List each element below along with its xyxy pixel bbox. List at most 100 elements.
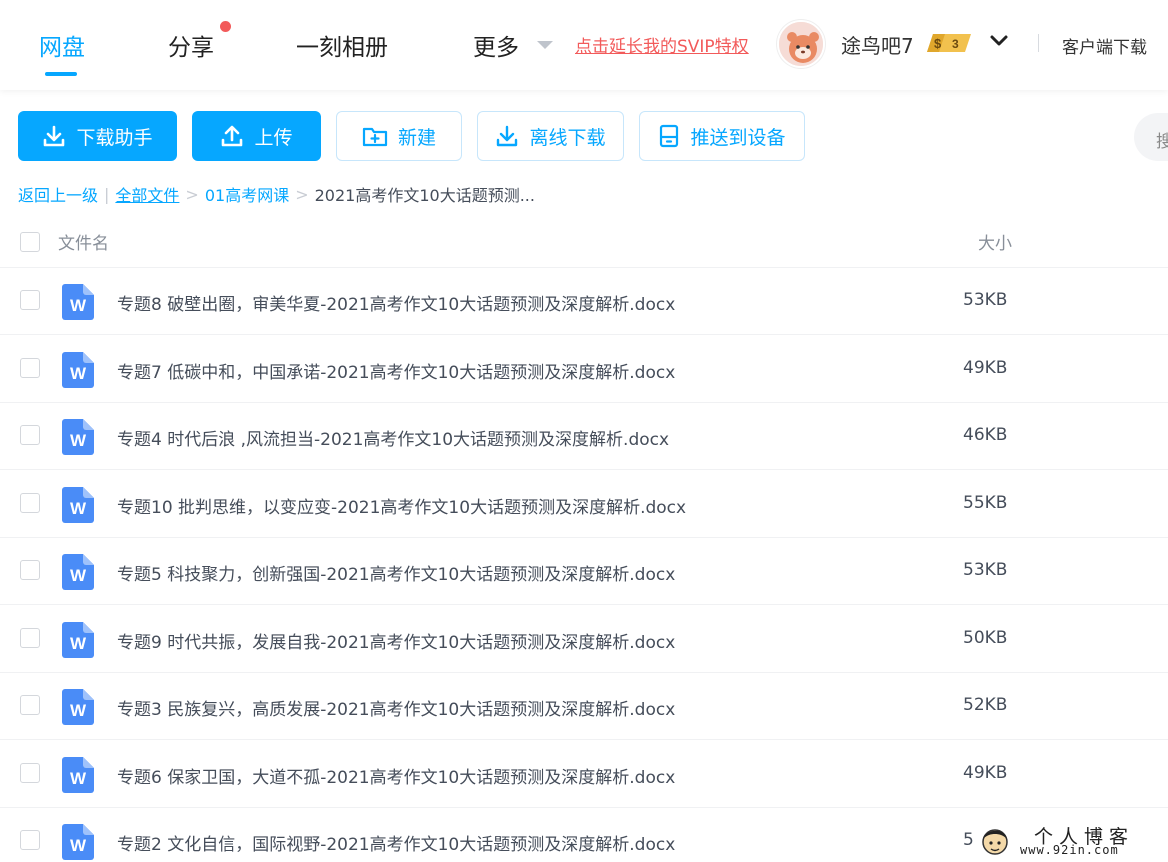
table-row[interactable]: W 专题3 民族复兴，高质发展-2021高考作文10大话题预测及深度解析.docx… [0,673,1168,740]
vip-level-text: 3 [952,37,959,51]
breadcrumb-separator: > [185,184,199,204]
table-row[interactable]: W 专题4 时代后浪 ,风流担当-2021高考作文10大话题预测及深度解析.doc… [0,403,1168,470]
offline-download-icon [497,125,518,147]
file-size: 53KB [963,290,1008,310]
push-to-device-button[interactable]: 推送到设备 [639,111,805,161]
tab-netdisk[interactable]: 网盘 [39,28,85,62]
svg-text:W: W [70,364,87,383]
word-doc-icon: W [62,284,94,320]
column-header-size[interactable]: 大小 [978,229,1012,254]
row-checkbox[interactable] [20,762,40,783]
search-input[interactable]: 搜 [1134,113,1168,161]
row-checkbox[interactable] [20,560,40,580]
breadcrumb-bar-separator: | [104,184,110,204]
all-files-link[interactable]: 全部文件 [115,182,179,206]
word-doc-icon: W [62,756,94,793]
word-doc-icon: W [62,486,94,523]
column-header-name[interactable]: 文件名 [58,229,109,254]
client-download-link[interactable]: 客户端下载 [1062,33,1147,58]
watermark-url: www.92in.com [1020,843,1119,857]
svg-text:W: W [70,431,87,450]
file-name[interactable]: 专题2 文化自信，国际视野-2021高考作文10大话题预测及深度解析.docx [117,830,675,855]
file-name[interactable]: 专题4 时代后浪 ,风流担当-2021高考作文10大话题预测及深度解析.docx [117,425,669,450]
file-size: 50KB [963,627,1008,648]
svg-text:W: W [70,769,87,788]
cartoon-face-icon [982,829,1008,855]
file-size: 55KB [963,492,1008,513]
current-folder: 2021高考作文10大话题预测... [314,186,535,205]
chevron-down-icon[interactable] [988,30,1010,52]
row-checkbox[interactable] [20,627,40,648]
table-row[interactable]: W 专题6 保家卫国，大道不孤-2021高考作文10大话题预测及深度解析.docx… [0,741,1168,808]
table-row[interactable]: W 专题5 科技聚力，创新强国-2021高考作文10大话题预测及深度解析.docx… [0,538,1168,605]
file-name[interactable]: 专题5 科技聚力，创新强国-2021高考作文10大话题预测及深度解析.docx [117,560,675,585]
word-doc-icon: W [62,554,94,590]
file-name[interactable]: 专题3 民族复兴，高质发展-2021高考作文10大话题预测及深度解析.docx [117,695,675,720]
avatar[interactable] [777,20,825,68]
row-checkbox[interactable] [20,695,40,715]
offline-download-label: 离线下载 [529,126,606,149]
tab-share[interactable]: 分享 [168,28,214,62]
username[interactable]: 途鸟吧7 [841,30,914,59]
file-size: 49KB [963,357,1008,378]
new-folder-button[interactable]: 新建 [336,111,462,161]
table-header: 文件名 大小 [0,218,1168,268]
table-row[interactable]: W 专题7 低碳中和，中国承诺-2021高考作文10大话题预测及深度解析.docx… [0,336,1168,403]
svip-level-badge: $ 3 [925,32,973,54]
share-notification-dot [220,21,231,32]
nav-divider [1038,34,1039,52]
file-name[interactable]: 专题10 批判思维，以变应变-2021高考作文10大话题预测及深度解析.docx [117,493,686,518]
file-name[interactable]: 专题6 保家卫国，大道不孤-2021高考作文10大话题预测及深度解析.docx [117,763,675,788]
file-size: 5 [963,830,974,850]
download-helper-label: 下载助手 [76,126,153,149]
svg-text:W: W [70,836,87,855]
tab-moment-album[interactable]: 一刻相册 [296,28,388,62]
word-doc-icon: W [62,824,94,860]
upload-button[interactable]: 上传 [192,111,321,161]
svg-text:W: W [70,701,87,720]
file-size: 46KB [963,425,1008,445]
row-checkbox[interactable] [20,357,40,378]
row-checkbox[interactable] [20,830,40,850]
file-size: 49KB [963,762,1008,783]
breadcrumb-separator: > [295,184,309,204]
svg-text:$: $ [934,36,942,51]
download-helper-button[interactable]: 下载助手 [18,111,177,161]
upload-icon [222,125,243,147]
svg-text:W: W [70,499,87,518]
offline-download-button[interactable]: 离线下载 [477,111,624,161]
file-name[interactable]: 专题9 时代共振，发展自我-2021高考作文10大话题预测及深度解析.docx [117,628,675,653]
upload-label: 上传 [254,126,293,149]
new-label: 新建 [397,126,436,149]
more-dropdown-icon[interactable] [537,41,553,49]
push-to-device-label: 推送到设备 [690,126,786,149]
svip-promo-link[interactable]: 点击延长我的SVIP特权 [575,32,749,57]
watermark: 个人博客 www.92in.com [976,820,1168,862]
table-row[interactable]: W 专题9 时代共振，发展自我-2021高考作文10大话题预测及深度解析.docx… [0,606,1168,673]
svg-text:W: W [70,296,87,315]
row-checkbox[interactable] [20,425,40,445]
svg-text:W: W [70,566,87,585]
word-doc-icon: W [62,689,94,725]
word-doc-icon: W [62,419,94,455]
new-folder-icon [362,127,388,147]
tab-more[interactable]: 更多 [473,28,519,62]
active-tab-indicator [45,72,77,76]
file-name[interactable]: 专题7 低碳中和，中国承诺-2021高考作文10大话题预测及深度解析.docx [117,358,675,383]
row-checkbox[interactable] [20,290,40,310]
select-all-checkbox[interactable] [20,232,40,252]
file-name[interactable]: 专题8 破壁出圈，审美华夏-2021高考作文10大话题预测及深度解析.docx [117,290,675,315]
folder-link[interactable]: 01高考网课 [205,182,289,206]
table-row[interactable]: W 专题8 破壁出圈，审美华夏-2021高考作文10大话题预测及深度解析.docx… [0,268,1168,335]
table-row[interactable]: W 专题10 批判思维，以变应变-2021高考作文10大话题预测及深度解析.doc… [0,471,1168,538]
breadcrumb: 返回上一级 | 全部文件 > 01高考网课 > 2021高考作文10大话题预测.… [18,182,535,206]
top-nav: 网盘 分享 一刻相册 更多 点击延长我的SVIP特权 途鸟吧7 $ 3 客户端下… [0,0,1168,90]
file-size: 53KB [963,560,1008,580]
back-link[interactable]: 返回上一级 [18,182,98,206]
download-icon [44,125,65,147]
device-icon [660,124,679,148]
row-checkbox[interactable] [20,492,40,513]
svg-text:W: W [70,634,87,653]
file-size: 52KB [963,695,1008,715]
word-doc-icon: W [62,351,94,388]
